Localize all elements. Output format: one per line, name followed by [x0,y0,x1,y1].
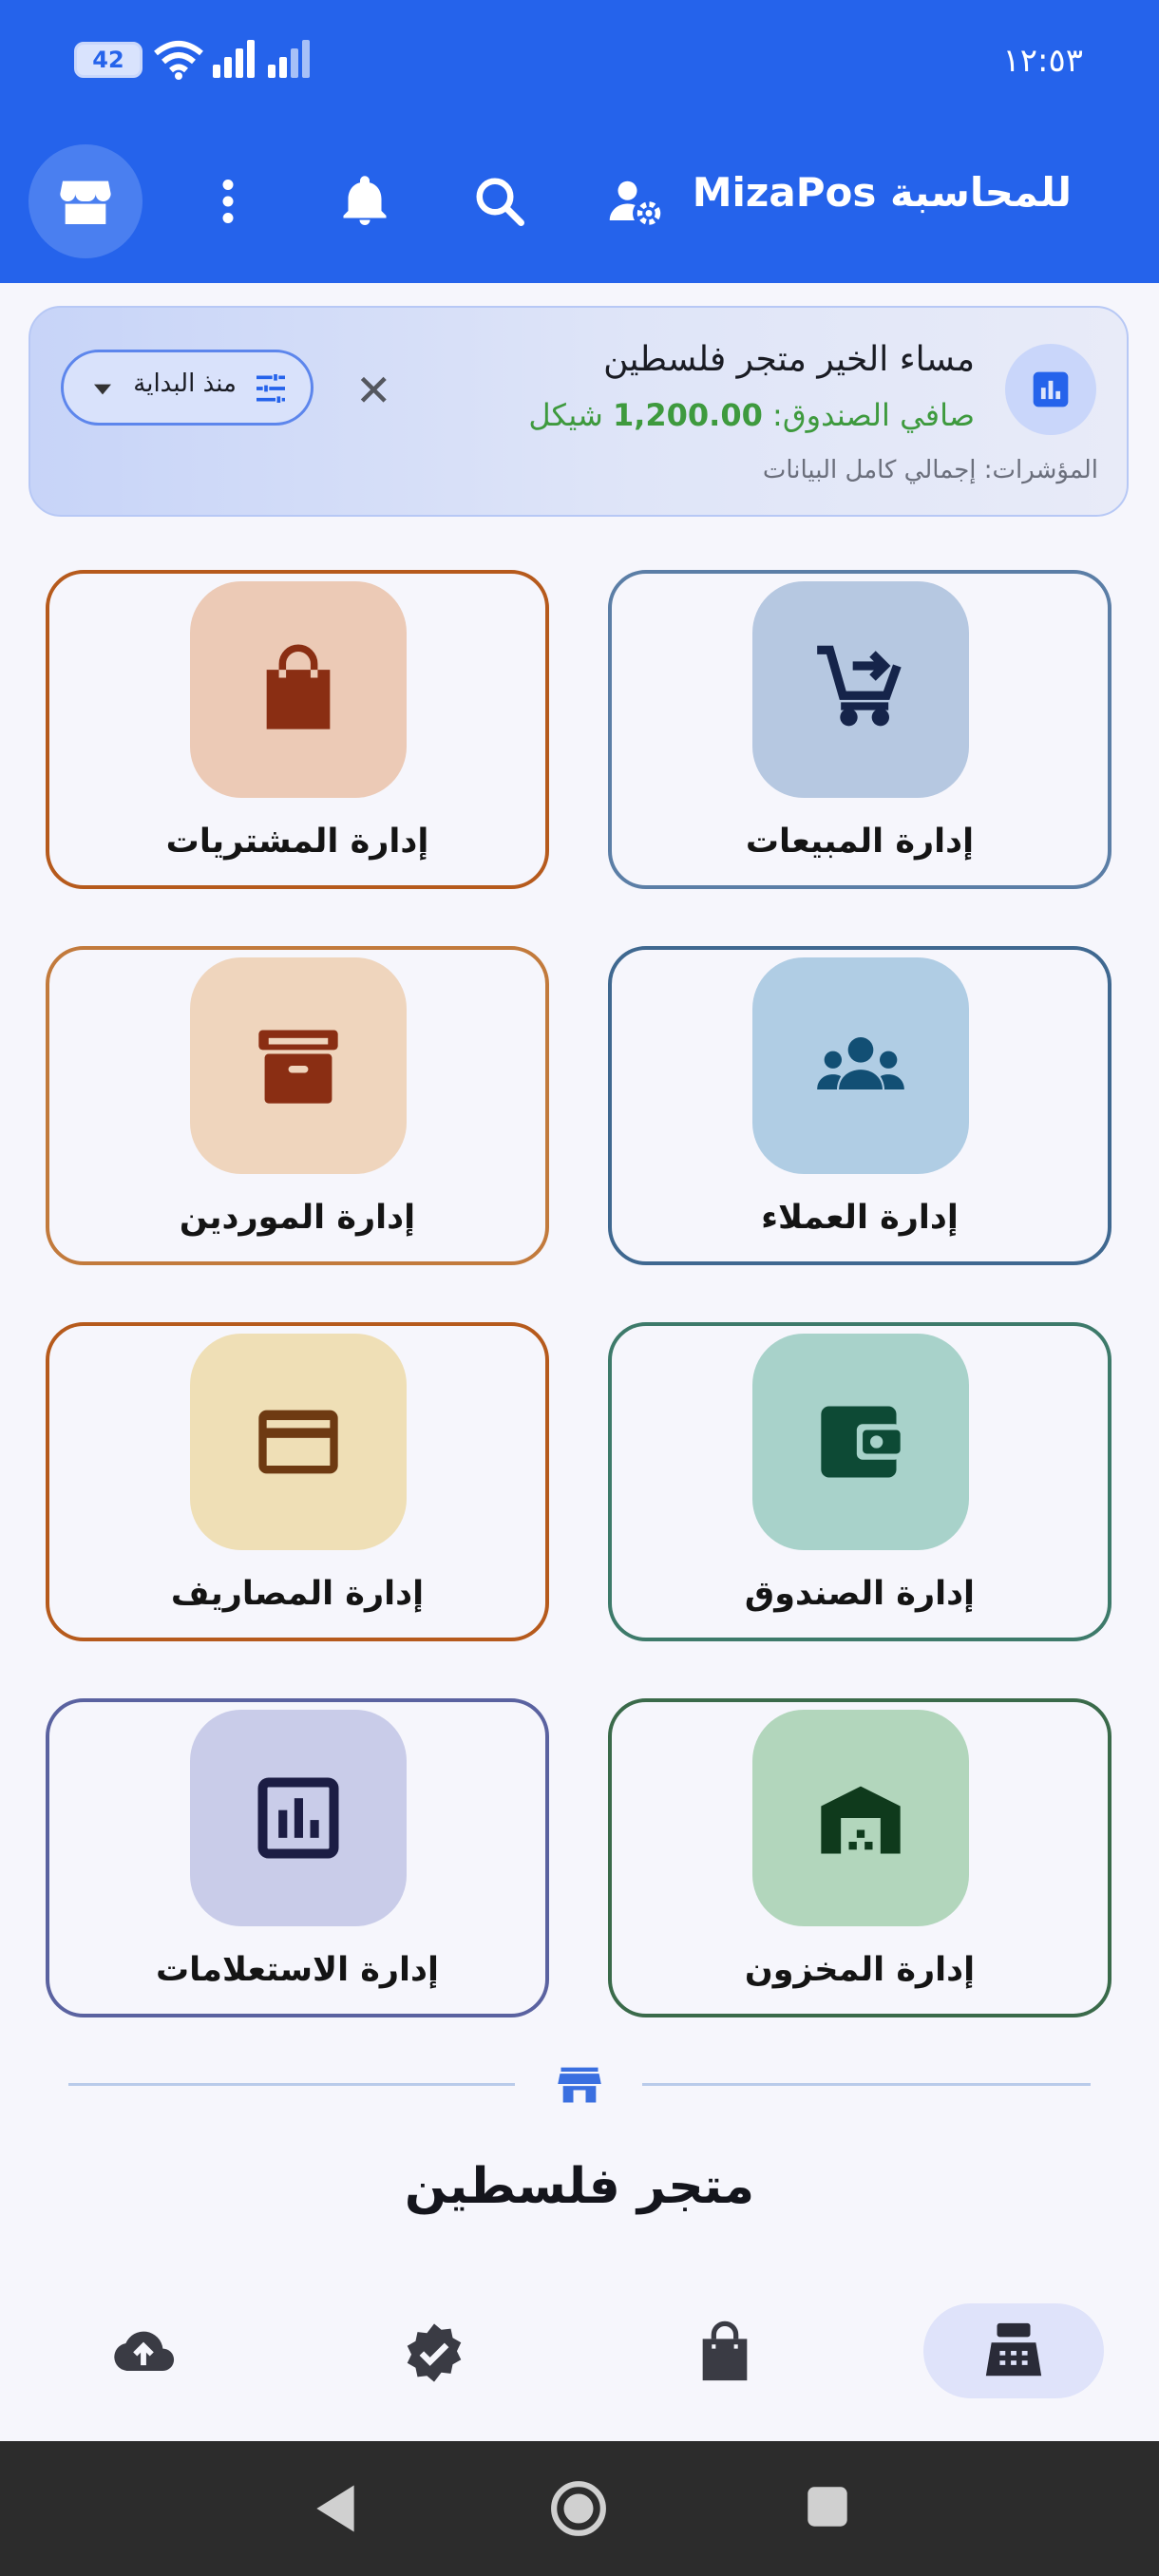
module-label: إدارة المصاريف [170,1575,425,1613]
module-tile [752,581,969,798]
home-icon[interactable] [549,2479,608,2538]
module-card-inventory[interactable]: إدارة المخزون [608,1698,1112,2017]
module-card-purchases[interactable]: إدارة المشتريات [46,570,549,889]
filter-label: منذ البداية [133,369,237,398]
nav-item-bag-icon[interactable] [692,2320,758,2386]
wifi-icon [154,41,203,80]
system-navigation-bar [0,2441,1159,2576]
close-icon[interactable]: ✕ [355,369,392,412]
tune-icon [256,374,285,403]
cell-signal-icon [213,40,256,78]
credit-card-icon [258,1410,338,1474]
cashbox-value: 1,200.00 [612,397,763,433]
cashbox-net-text: صافي الصندوق: 1,200.00 شيكل [528,397,975,433]
divider-right [642,2083,1091,2086]
bottom-navigation [0,2265,1159,2441]
module-tile [752,957,969,1174]
manage-accounts-icon[interactable] [606,173,663,230]
archive-box-icon [258,1030,338,1104]
module-label: إدارة المشتريات [165,823,429,861]
module-label: إدارة المخزون [744,1951,976,1989]
back-icon[interactable] [312,2483,359,2534]
module-tile [752,1710,969,1926]
point-of-sale-icon [985,2322,1042,2377]
module-tile [190,1334,407,1550]
cell-signal-2-icon [268,40,312,78]
divider-left [68,2083,515,2086]
recents-icon[interactable] [806,2485,849,2529]
summary-banner: مساء الخير متجر فلسطين صافي الصندوق: 1,2… [28,306,1129,517]
storefront-icon [60,180,111,224]
status-time: ١٢:٥٣ [1002,42,1083,80]
module-label: إدارة العملاء [761,1199,959,1237]
battery-indicator: 42 [74,42,142,78]
module-card-customers[interactable]: إدارة العملاء [608,946,1112,1265]
module-label: إدارة الاستعلامات [155,1951,440,1989]
cashbox-label: صافي الصندوق: [772,397,975,433]
module-card-suppliers[interactable]: إدارة الموردين [46,946,549,1265]
module-tile [752,1334,969,1550]
notifications-icon[interactable] [336,173,393,230]
module-tile [190,1710,407,1926]
more-vert-icon[interactable] [200,173,256,230]
module-label: إدارة الموردين [179,1199,416,1237]
search-icon[interactable] [471,173,528,230]
module-tile [190,581,407,798]
module-card-queries[interactable]: إدارة الاستعلامات [46,1698,549,2017]
nav-item-cloud-upload-icon[interactable] [110,2320,177,2386]
module-label: إدارة المبيعات [745,823,975,861]
bar-chart-icon [257,1777,339,1859]
store-icon [558,2067,601,2103]
dropdown-arrow-icon [94,384,111,395]
date-filter-chip[interactable]: منذ البداية [61,350,314,426]
module-card-sales[interactable]: إدارة المبيعات [608,570,1112,889]
currency-label: شيكل [528,397,603,433]
wallet-icon [821,1406,901,1478]
shopping-bag-icon [266,644,331,729]
add-shopping-cart-icon [817,645,902,727]
warehouse-icon [821,1786,901,1854]
store-name: متجر فلسطين [404,2158,755,2215]
store-button[interactable] [28,144,142,258]
module-label: إدارة الصندوق [744,1575,976,1613]
analytics-icon [1005,344,1096,435]
module-card-cashbox[interactable]: إدارة الصندوق [608,1322,1112,1641]
indicators-caption: المؤشرات: إجمالي كامل البيانات [762,456,1098,484]
top-app-bar: 42 ١٢:٥٣ MizaPos للمحاسبة [0,0,1159,283]
app-title: MizaPos للمحاسبة [692,169,1072,216]
module-card-expenses[interactable]: إدارة المصاريف [46,1322,549,1641]
greeting-text: مساء الخير متجر فلسطين [603,340,975,379]
nav-item-verified-icon[interactable] [401,2320,467,2386]
module-tile [190,957,407,1174]
nav-item-pos-active[interactable] [923,2303,1104,2398]
groups-icon [817,1037,904,1089]
